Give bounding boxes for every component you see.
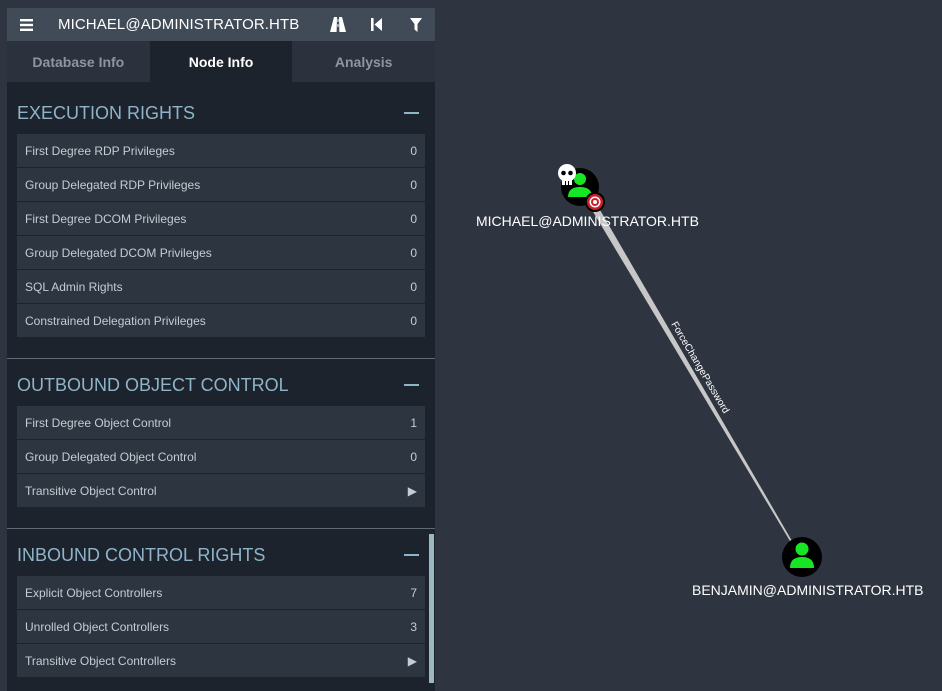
node-info-panel: MICHAEL@ADMINISTRATOR.HTB Database Info … <box>7 8 435 691</box>
node-benjamin[interactable] <box>782 537 822 577</box>
row-value: 1 <box>410 415 417 430</box>
list-item[interactable]: Transitive Object Control ▶ <box>17 474 425 508</box>
section-title: INBOUND CONTROL RIGHTS <box>17 544 266 565</box>
row-label: Group Delegated RDP Privileges <box>25 177 201 192</box>
menu-button[interactable] <box>7 8 45 41</box>
tab-database-info[interactable]: Database Info <box>7 41 150 82</box>
row-label: First Degree DCOM Privileges <box>25 211 187 226</box>
tab-analysis[interactable]: Analysis <box>292 41 435 82</box>
row-label: First Degree RDP Privileges <box>25 143 175 158</box>
section-execution-rights: EXECUTION RIGHTS First Degree RDP Privil… <box>7 96 435 338</box>
collapse-icon[interactable] <box>404 384 419 386</box>
section-outbound-object-control: OUTBOUND OBJECT CONTROL First Degree Obj… <box>7 368 435 508</box>
search-bar: MICHAEL@ADMINISTRATOR.HTB <box>7 8 435 41</box>
row-label: Group Delegated DCOM Privileges <box>25 245 212 260</box>
row-label: Group Delegated Object Control <box>25 449 197 464</box>
row-value: 3 <box>410 619 417 634</box>
list-item[interactable]: First Degree RDP Privileges 0 <box>17 134 425 168</box>
list-item[interactable]: First Degree Object Control 1 <box>17 406 425 440</box>
section-header: INBOUND CONTROL RIGHTS <box>17 538 425 572</box>
selected-node-title[interactable]: MICHAEL@ADMINISTRATOR.HTB <box>58 16 299 33</box>
play-icon[interactable]: ▶ <box>408 484 417 498</box>
row-value: 7 <box>410 585 417 600</box>
filter-button[interactable] <box>396 8 435 41</box>
section-header: OUTBOUND OBJECT CONTROL <box>17 368 425 402</box>
list-item[interactable]: Constrained Delegation Privileges 0 <box>17 304 425 338</box>
row-label: Transitive Object Controllers <box>25 653 176 668</box>
panel-tabs: Database Info Node Info Analysis <box>7 41 435 82</box>
edge-label: ForceChangePassword <box>668 320 731 416</box>
back-icon <box>371 18 382 31</box>
collapse-icon[interactable] <box>404 112 419 114</box>
section-inbound-control-rights: INBOUND CONTROL RIGHTS Explicit Object C… <box>7 538 435 678</box>
list-item[interactable]: Group Delegated RDP Privileges 0 <box>17 168 425 202</box>
list-item[interactable]: Group Delegated Object Control 0 <box>17 440 425 474</box>
section-divider <box>7 358 435 359</box>
list-item[interactable]: Group Delegated DCOM Privileges 0 <box>17 236 425 270</box>
list-item[interactable]: SQL Admin Rights 0 <box>17 270 425 304</box>
section-header: EXECUTION RIGHTS <box>17 96 425 130</box>
row-label: Unrolled Object Controllers <box>25 619 170 634</box>
row-value: 0 <box>410 279 417 294</box>
list-item[interactable]: Explicit Object Controllers 7 <box>17 576 425 610</box>
node-label-benjamin[interactable]: BENJAMIN@ADMINISTRATOR.HTB <box>692 582 924 598</box>
section-title: EXECUTION RIGHTS <box>17 102 196 123</box>
node-michael[interactable] <box>558 164 605 212</box>
row-value: 0 <box>410 449 417 464</box>
list-item[interactable]: First Degree DCOM Privileges 0 <box>17 202 425 236</box>
row-value: 0 <box>410 177 417 192</box>
filter-icon <box>409 17 422 32</box>
row-value: 0 <box>410 313 417 328</box>
tab-node-info[interactable]: Node Info <box>149 41 293 82</box>
section-divider <box>7 528 435 529</box>
row-label: First Degree Object Control <box>25 415 172 430</box>
pathfinding-road-icon <box>329 17 346 32</box>
play-icon[interactable]: ▶ <box>408 654 417 668</box>
list-item[interactable]: Transitive Object Controllers ▶ <box>17 644 425 678</box>
target-icon <box>585 192 605 212</box>
pathfinding-button[interactable] <box>318 8 357 41</box>
collapse-icon[interactable] <box>404 554 419 556</box>
row-label: Constrained Delegation Privileges <box>25 313 206 328</box>
row-label: Transitive Object Control <box>25 483 157 498</box>
row-value: 0 <box>410 211 417 226</box>
row-label: SQL Admin Rights <box>25 279 123 294</box>
back-button[interactable] <box>357 8 396 41</box>
node-label-michael[interactable]: MICHAEL@ADMINISTRATOR.HTB <box>476 213 699 229</box>
row-value: 0 <box>410 143 417 158</box>
list-item[interactable]: Unrolled Object Controllers 3 <box>17 610 425 644</box>
menu-icon <box>19 18 33 31</box>
edge-forcechangepassword[interactable]: ForceChangePassword <box>592 210 792 541</box>
section-title: OUTBOUND OBJECT CONTROL <box>17 374 289 395</box>
panel-scrollbar[interactable] <box>429 534 434 683</box>
row-label: Explicit Object Controllers <box>25 585 163 600</box>
row-value: 0 <box>410 245 417 260</box>
